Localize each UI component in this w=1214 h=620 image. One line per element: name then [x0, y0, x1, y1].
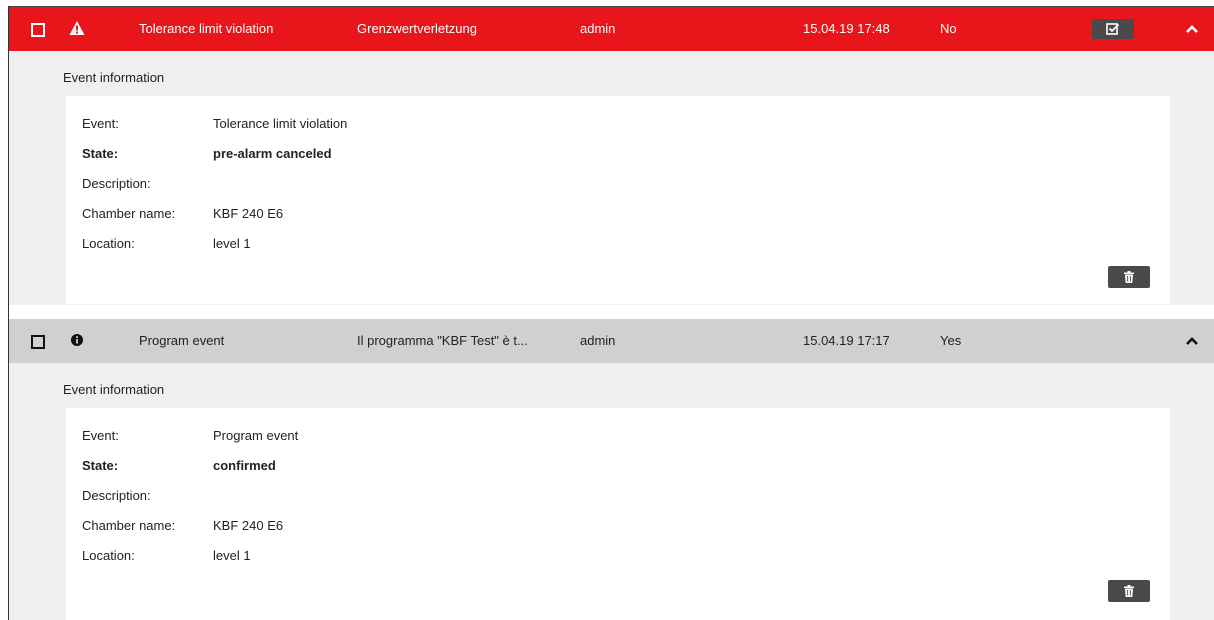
event-message: Il programma "KBF Test" è t... — [357, 333, 528, 348]
event-value: Program event — [213, 428, 299, 443]
location-value: level 1 — [213, 548, 251, 563]
description-label: Description: — [82, 488, 151, 503]
location-label: Location: — [82, 236, 135, 251]
event-list: Tolerance limit violation Grenzwertverle… — [8, 6, 1214, 620]
location-value: level 1 — [213, 236, 251, 251]
event-acknowledged: Yes — [940, 333, 962, 348]
chamber-name-value: KBF 240 E6 — [213, 518, 284, 533]
delete-button[interactable] — [1108, 266, 1150, 288]
state-value: confirmed — [213, 458, 276, 473]
event-name: Program event — [139, 333, 225, 348]
warning-triangle-icon — [69, 20, 85, 36]
trash-icon — [1124, 585, 1134, 597]
location-label: Location: — [82, 548, 135, 563]
event-label: Event: — [82, 116, 119, 131]
event-name: Tolerance limit violation — [139, 21, 274, 36]
event-value: Tolerance limit violation — [213, 116, 348, 131]
section-title: Event information — [63, 70, 165, 85]
event-entry: Program event Il programma "KBF Test" è … — [9, 319, 1214, 620]
trash-icon — [1124, 271, 1134, 283]
state-label: State: — [82, 458, 119, 473]
delete-button[interactable] — [1108, 580, 1150, 602]
event-header-row[interactable]: Program event Il programma "KBF Test" è … — [9, 319, 1214, 363]
event-header-row[interactable]: Tolerance limit violation Grenzwertverle… — [9, 7, 1214, 51]
chamber-name-label: Chamber name: — [82, 206, 176, 221]
check-square-icon — [1106, 23, 1120, 35]
state-value: pre-alarm canceled — [213, 146, 332, 161]
collapse-chevron-icon[interactable] — [1185, 23, 1199, 35]
info-circle-icon — [69, 332, 85, 348]
description-label: Description: — [82, 176, 151, 191]
event-acknowledged: No — [940, 21, 957, 36]
collapse-chevron-icon[interactable] — [1185, 335, 1199, 347]
event-details-card: Event: Program event State: confirmed De… — [66, 408, 1170, 620]
section-title: Event information — [63, 382, 165, 397]
event-user: admin — [580, 333, 616, 348]
state-label: State: — [82, 146, 119, 161]
event-time: 15.04.19 17:48 — [803, 21, 890, 36]
select-checkbox[interactable] — [31, 23, 45, 37]
event-label: Event: — [82, 428, 119, 443]
event-user: admin — [580, 21, 616, 36]
event-details-card: Event: Tolerance limit violation State: … — [66, 96, 1170, 304]
chamber-name-value: KBF 240 E6 — [213, 206, 284, 221]
acknowledge-button[interactable] — [1092, 19, 1134, 39]
event-message: Grenzwertverletzung — [357, 21, 477, 36]
chamber-name-label: Chamber name: — [82, 518, 176, 533]
event-time: 15.04.19 17:17 — [803, 333, 890, 348]
event-entry: Tolerance limit violation Grenzwertverle… — [9, 7, 1214, 305]
select-checkbox[interactable] — [31, 335, 45, 349]
